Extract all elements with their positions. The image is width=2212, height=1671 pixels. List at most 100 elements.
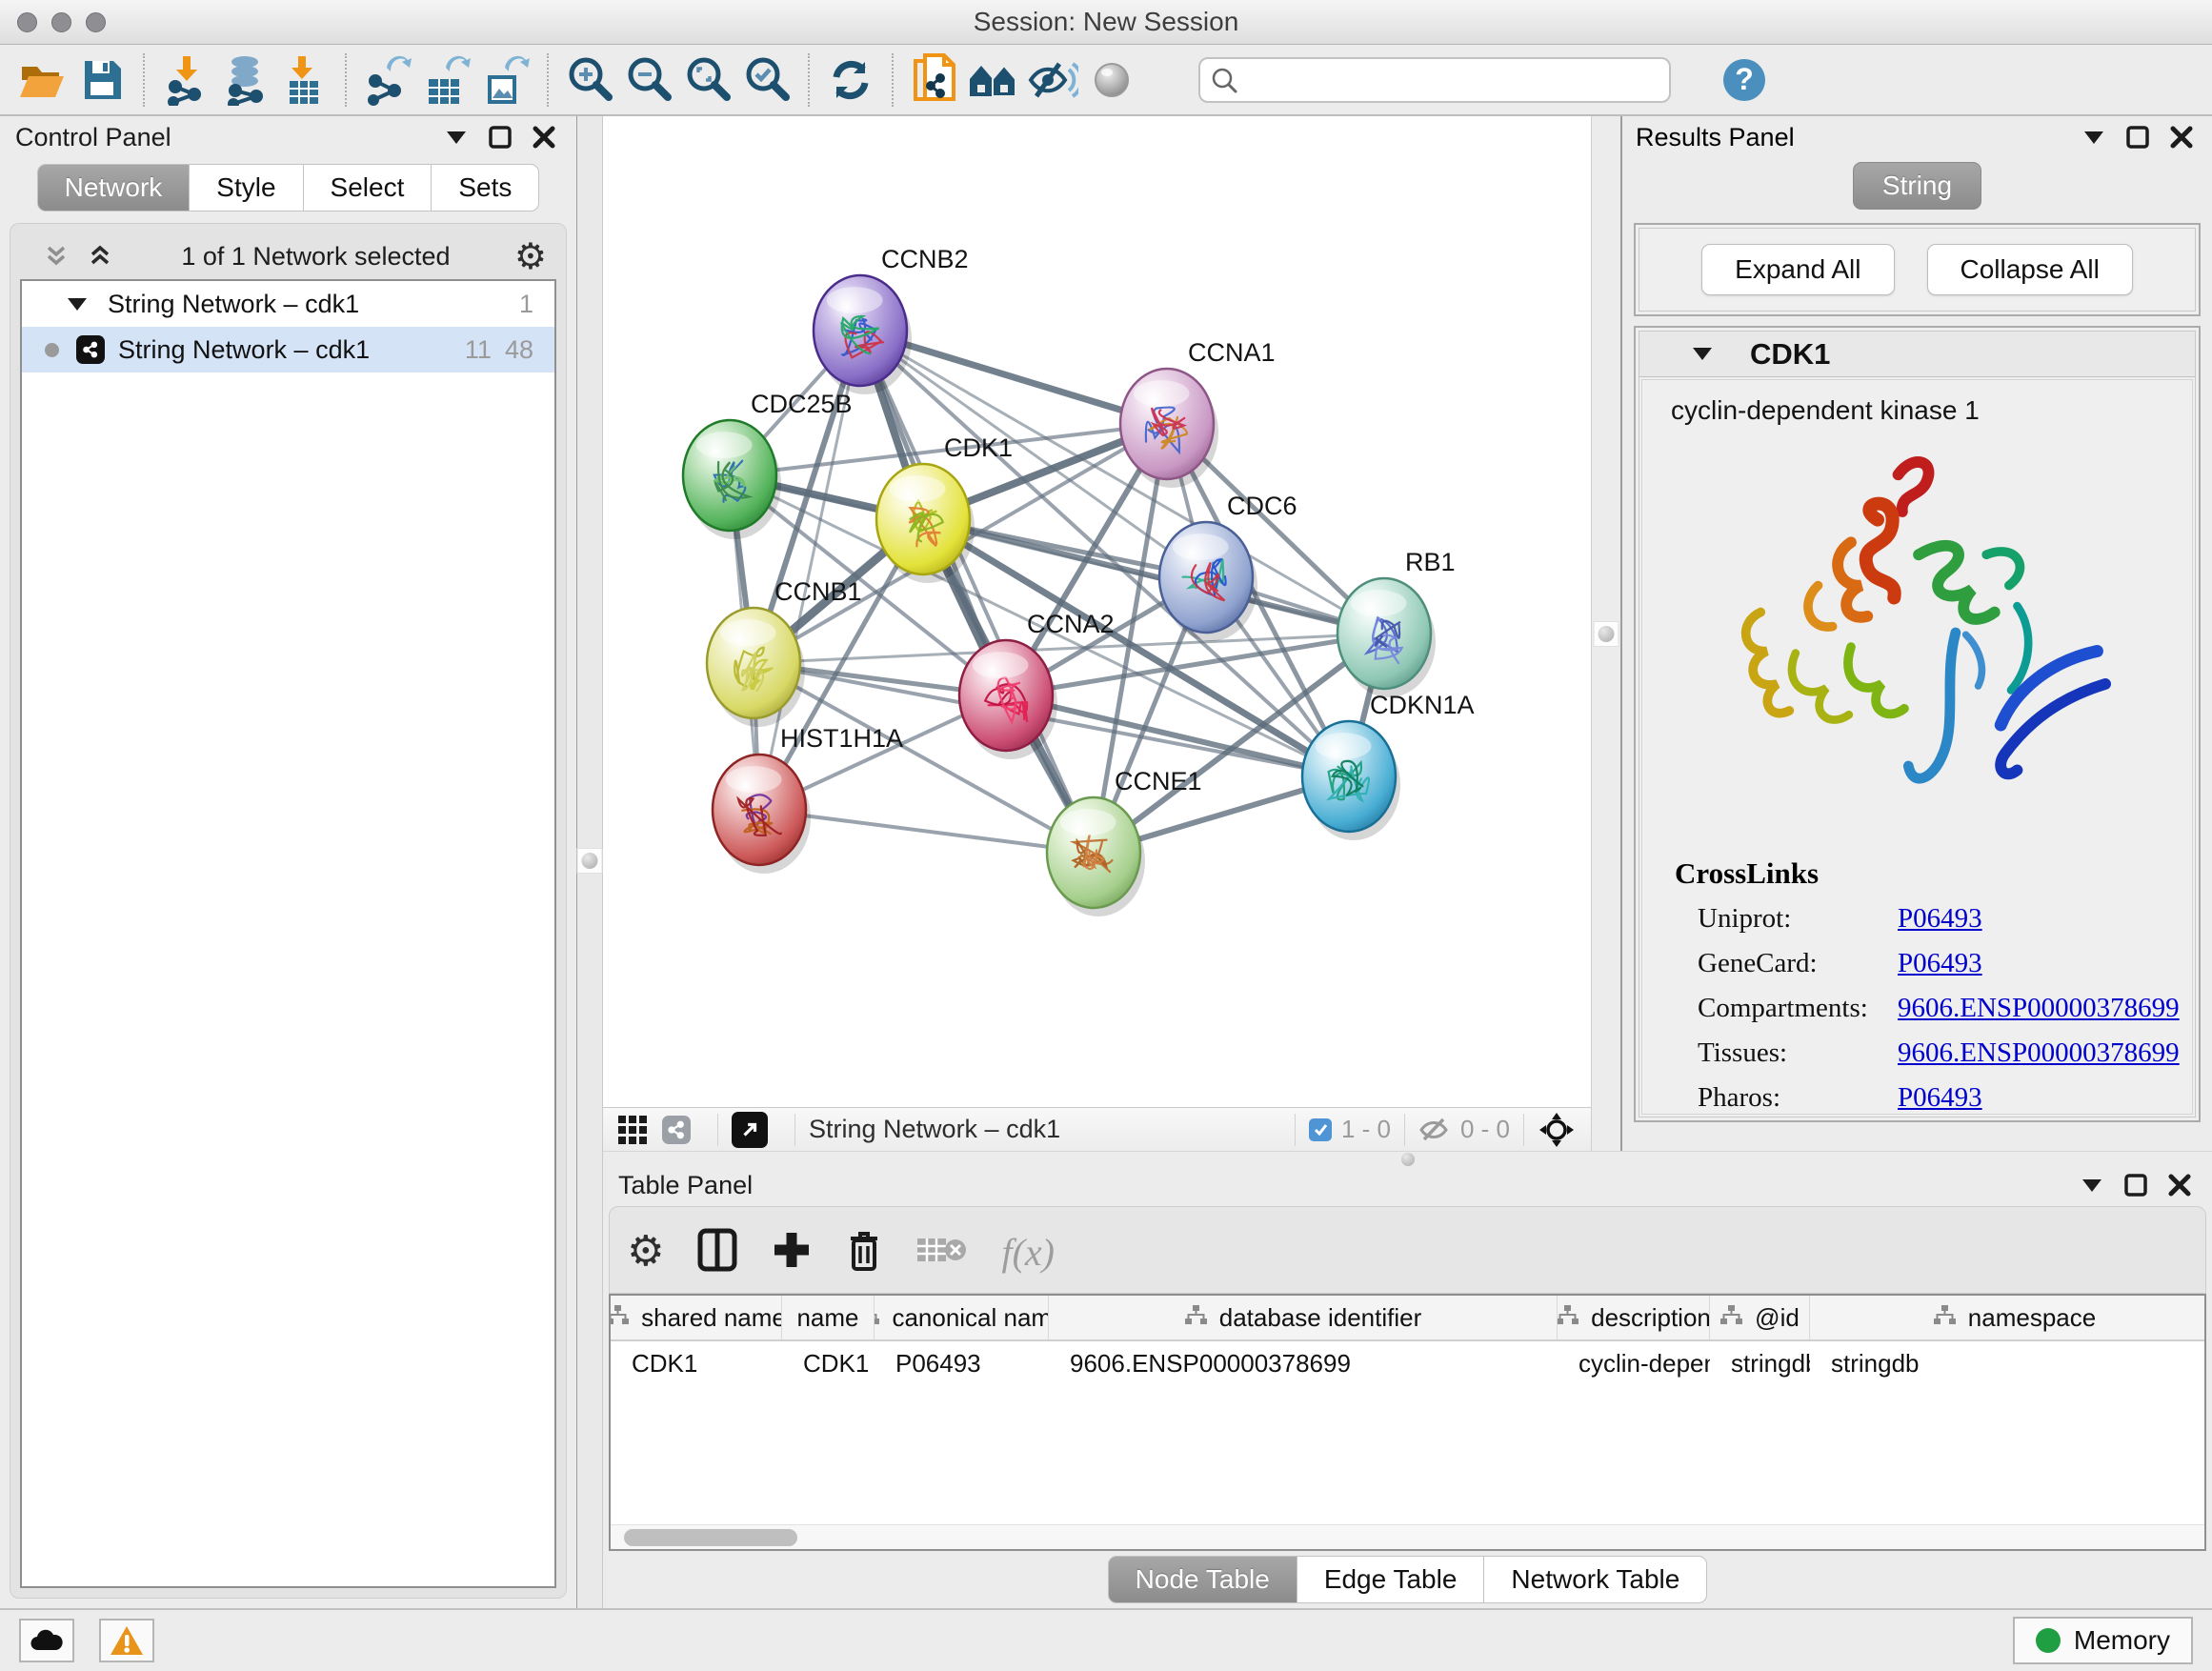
table-cell[interactable]: CDK1: [782, 1349, 875, 1379]
crosslink-link[interactable]: 9606.ENSP00000378699: [1898, 1037, 2180, 1069]
table-cell[interactable]: CDK1: [611, 1349, 782, 1379]
zoom-fit-button[interactable]: [678, 50, 737, 110]
panel-menu-button[interactable]: [439, 120, 473, 154]
collapse-entry-icon[interactable]: [1693, 348, 1712, 360]
hidden-nodes-edges[interactable]: 0 - 0: [1418, 1115, 1510, 1144]
close-panel-button[interactable]: [527, 120, 561, 154]
save-session-button[interactable]: [72, 50, 131, 110]
memory-button[interactable]: Memory: [2013, 1617, 2193, 1664]
network-edge[interactable]: [860, 331, 1094, 853]
network-node-CCNA2[interactable]: [959, 640, 1057, 759]
close-panel-button[interactable]: [2164, 120, 2199, 154]
warnings-button[interactable]: [99, 1619, 154, 1662]
tab-sets[interactable]: Sets: [432, 164, 539, 211]
column-header-database-identifier[interactable]: database identifier: [1049, 1296, 1558, 1339]
birdseye-view-button[interactable]: [732, 1112, 781, 1148]
zoom-in-button[interactable]: [560, 50, 619, 110]
zoom-selected-button[interactable]: [737, 50, 796, 110]
close-panel-button[interactable]: [2162, 1168, 2197, 1202]
table-settings-button[interactable]: ⚙: [627, 1231, 664, 1273]
tab-style[interactable]: Style: [190, 164, 303, 211]
sphere-button[interactable]: [1082, 50, 1141, 110]
apply-layout-button[interactable]: [821, 50, 880, 110]
export-table-button[interactable]: [417, 50, 476, 110]
network-collection-row[interactable]: String Network – cdk1 1: [22, 281, 554, 327]
tree-expand-icon[interactable]: [68, 298, 87, 311]
cloud-status-button[interactable]: [19, 1619, 74, 1662]
delete-table-button[interactable]: [915, 1231, 969, 1274]
table-panel-splitter[interactable]: [603, 1151, 2212, 1166]
expand-all-button[interactable]: Expand All: [1701, 244, 1894, 295]
network-style-button[interactable]: [662, 1116, 704, 1144]
network-node-CCNB1[interactable]: [707, 608, 805, 727]
network-edge[interactable]: [923, 519, 1384, 634]
table-cell[interactable]: stringdb: [1810, 1349, 2204, 1379]
tab-select[interactable]: Select: [304, 164, 432, 211]
grid-view-button[interactable]: [616, 1114, 649, 1146]
collapse-all-button[interactable]: Collapse All: [1927, 244, 2133, 295]
control-panel-splitter[interactable]: [577, 116, 603, 1608]
export-image-button[interactable]: [476, 50, 535, 110]
export-network-button[interactable]: [358, 50, 417, 110]
import-network-database-button[interactable]: [215, 50, 274, 110]
string-home-button[interactable]: [964, 50, 1023, 110]
selected-nodes-edges[interactable]: 1 - 0: [1309, 1115, 1391, 1144]
crosslink-link[interactable]: 9606.ENSP00000378699: [1898, 993, 2180, 1024]
tab-network[interactable]: Network: [37, 164, 191, 211]
node-entry-header[interactable]: CDK1: [1639, 332, 2195, 377]
help-button[interactable]: ?: [1715, 50, 1774, 110]
network-node-RB1[interactable]: [1337, 578, 1436, 697]
network-node-CCNB2[interactable]: [814, 275, 912, 394]
column-header-namespace[interactable]: namespace: [1810, 1296, 2206, 1339]
network-node-CDC6[interactable]: [1159, 522, 1257, 641]
splitter-handle[interactable]: [577, 848, 603, 874]
tab-network-table[interactable]: Network Table: [1484, 1556, 1707, 1603]
network-from-document-button[interactable]: [905, 50, 964, 110]
show-columns-button[interactable]: [696, 1227, 738, 1278]
table-horizontal-scrollbar[interactable]: [611, 1524, 2204, 1549]
expand-all-networks-button[interactable]: [83, 239, 117, 273]
float-panel-button[interactable]: [483, 120, 517, 154]
tab-edge-table[interactable]: Edge Table: [1297, 1556, 1485, 1603]
tab-node-table[interactable]: Node Table: [1108, 1556, 1297, 1603]
network-node-HIST1H1A[interactable]: [713, 755, 811, 874]
panel-menu-button[interactable]: [2077, 120, 2111, 154]
enhanced-graphics-toggle-button[interactable]: [1023, 50, 1082, 110]
network-canvas[interactable]: CCNB2CCNA1CDC25BCDK1CDC6RB1CCNB1CCNA2CDK…: [603, 116, 1591, 1107]
network-node-CDKN1A[interactable]: [1302, 721, 1400, 840]
gear-icon[interactable]: ⚙: [514, 238, 547, 274]
fit-content-button[interactable]: [1538, 1111, 1576, 1149]
results-panel-splitter[interactable]: [1591, 116, 1622, 1151]
column-header-shared-name[interactable]: shared name: [611, 1296, 782, 1339]
table-cell[interactable]: 9606.ENSP00000378699: [1049, 1349, 1558, 1379]
column-header--id[interactable]: @id: [1710, 1296, 1810, 1339]
splitter-handle[interactable]: [1594, 621, 1619, 647]
table-cell[interactable]: P06493: [875, 1349, 1049, 1379]
open-file-button[interactable]: [13, 50, 72, 110]
crosslink-link[interactable]: P06493: [1898, 948, 1982, 979]
crosslink-link[interactable]: P06493: [1898, 1082, 1982, 1114]
network-node-CDK1[interactable]: [876, 464, 975, 583]
collapse-all-networks-button[interactable]: [39, 239, 73, 273]
table-cell[interactable]: cyclin-dependent ...: [1558, 1349, 1710, 1379]
network-row[interactable]: String Network – cdk1 11 48: [22, 327, 554, 372]
tab-string[interactable]: String: [1853, 162, 1981, 210]
create-column-button[interactable]: [771, 1229, 813, 1276]
scrollbar-thumb[interactable]: [624, 1529, 797, 1546]
float-panel-button[interactable]: [2119, 1168, 2153, 1202]
column-header-description[interactable]: description: [1558, 1296, 1710, 1339]
splitter-handle[interactable]: [1398, 1153, 1418, 1166]
table-row[interactable]: CDK1CDK1P064939606.ENSP00000378699cyclin…: [611, 1341, 2204, 1385]
import-network-file-button[interactable]: [156, 50, 215, 110]
crosslink-link[interactable]: P06493: [1898, 903, 1982, 935]
column-header-name[interactable]: name: [782, 1296, 875, 1339]
table-cell[interactable]: stringdb:9...: [1710, 1349, 1810, 1379]
network-node-CDC25B[interactable]: [683, 420, 781, 539]
float-panel-button[interactable]: [2121, 120, 2155, 154]
column-header-canonical-name[interactable]: canonical name: [875, 1296, 1049, 1339]
delete-column-button[interactable]: [845, 1227, 883, 1278]
network-graph[interactable]: CCNB2CCNA1CDC25BCDK1CDC6RB1CCNB1CCNA2CDK…: [603, 116, 1591, 1107]
search-input[interactable]: [1238, 61, 1659, 99]
network-node-CCNE1[interactable]: [1047, 797, 1145, 916]
zoom-out-button[interactable]: [619, 50, 678, 110]
